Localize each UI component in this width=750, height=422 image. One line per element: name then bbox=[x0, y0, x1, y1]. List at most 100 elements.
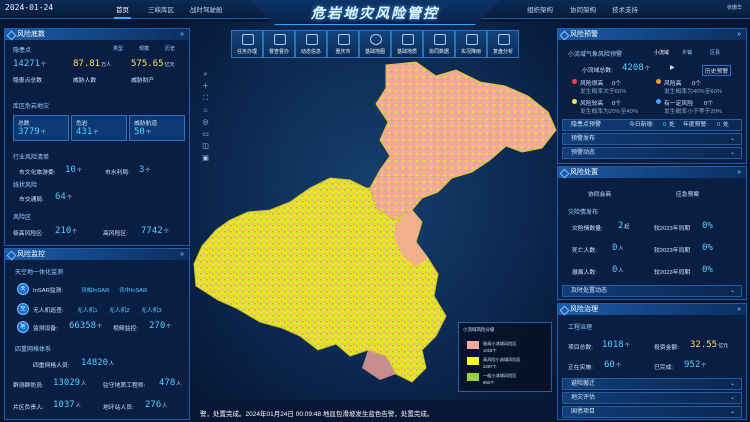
row-label: 避险搬迁 bbox=[571, 381, 596, 387]
prop-number: 575.65 bbox=[131, 59, 164, 69]
page-title: 危岩地灾风险管控 bbox=[311, 5, 439, 21]
chevron-down-icon: ⌄ bbox=[729, 136, 735, 142]
total-number: 3779 bbox=[18, 127, 40, 137]
timely-row[interactable]: 及时处置动态 ⌄ bbox=[562, 285, 742, 297]
tool-coop-data[interactable]: 协同数据 bbox=[423, 30, 455, 58]
task-icon bbox=[242, 34, 254, 45]
warn-sub: 小流域气象风险预警 bbox=[568, 52, 623, 58]
tool-supervise[interactable]: 督查督办 bbox=[263, 30, 295, 58]
tool-basemap[interactable]: 基础地图 bbox=[359, 30, 391, 58]
uav-label: 无人机巡查: bbox=[33, 308, 64, 314]
unit: 个 bbox=[40, 130, 46, 136]
total-box[interactable]: 总数 3779个 bbox=[13, 115, 69, 141]
print-icon[interactable]: ▣ bbox=[201, 154, 210, 163]
unit: 亿元 bbox=[718, 343, 729, 349]
panel-title: 风险监控 bbox=[17, 251, 45, 258]
expand-icon[interactable]: » bbox=[737, 167, 741, 178]
tab-type[interactable]: 类型 bbox=[113, 45, 123, 52]
legend-label: 一般小流域风险区 bbox=[483, 373, 517, 378]
zoom-in-icon[interactable]: ＋ bbox=[201, 82, 210, 91]
fullscreen-icon[interactable]: ⛶ bbox=[201, 94, 210, 103]
nav-home[interactable]: 首页 bbox=[114, 4, 131, 19]
tool-label: 实况降雨 bbox=[460, 49, 481, 55]
hazard-warn-row[interactable]: 隐患点预警 今日新增: 0 处 年度预警: 0 处 bbox=[562, 119, 742, 131]
globe-icon bbox=[370, 34, 382, 45]
play-icon[interactable]: ▶ bbox=[670, 65, 674, 71]
tool-label: 复盘分析 bbox=[492, 49, 513, 55]
plan-button[interactable]: 应急预案 bbox=[676, 189, 699, 198]
insar-b[interactable]: 讯中InSAR bbox=[119, 285, 147, 294]
tab-scale[interactable]: 规模 bbox=[139, 45, 149, 52]
tab-town[interactable]: 乡镇 bbox=[682, 49, 692, 56]
chevron-down-icon: ⌄ bbox=[729, 409, 735, 415]
nav-tech[interactable]: 技术支持 bbox=[612, 4, 638, 14]
nav-coop[interactable]: 协同架构 bbox=[570, 4, 596, 14]
today-unit: 处 bbox=[669, 122, 675, 128]
tool-review[interactable]: 复盘分析 bbox=[487, 30, 519, 58]
invest-label: 投资金额: bbox=[654, 345, 679, 351]
level-blue-dot bbox=[656, 99, 661, 104]
video-value: 270个 bbox=[149, 321, 171, 331]
tool-rainfall[interactable]: 实况降雨 bbox=[455, 30, 487, 58]
user-name[interactable]: 张珊华 bbox=[727, 4, 742, 11]
bond-row[interactable]: 国债项目 ⌄ bbox=[562, 406, 742, 418]
relocation-row[interactable]: 避险搬迁 ⌄ bbox=[562, 378, 742, 390]
chevron-down-icon: ⌄ bbox=[729, 381, 735, 387]
level-red-dot bbox=[572, 79, 577, 84]
high-label: 高风险区: bbox=[103, 231, 128, 237]
layers-icon bbox=[402, 34, 414, 45]
done-number: 952 bbox=[684, 360, 701, 370]
unit: 个 bbox=[41, 62, 47, 68]
nav-org[interactable]: 组织架构 bbox=[527, 4, 553, 14]
traffic-number: 64 bbox=[55, 192, 66, 202]
grid-title: 四重网格体系 bbox=[15, 347, 52, 353]
expand-icon[interactable]: » bbox=[180, 29, 184, 40]
basin-value: 4208个 bbox=[622, 63, 650, 73]
line-title: 线状风险 bbox=[13, 183, 38, 189]
ext-value: 210个 bbox=[55, 226, 77, 236]
tag-air: 空 bbox=[17, 303, 29, 315]
measure-icon[interactable]: ▭ bbox=[201, 130, 210, 139]
danger-box[interactable]: 危岩 431个 bbox=[71, 115, 127, 141]
home-icon[interactable]: ⌂ bbox=[201, 106, 210, 115]
panel-header: 风险治理 » bbox=[558, 304, 746, 315]
tab-history[interactable]: 历史 bbox=[165, 45, 175, 52]
tool-chongqing[interactable]: 重庆市 bbox=[327, 30, 359, 58]
total-label: 总数 bbox=[18, 121, 30, 127]
warn-release-row[interactable]: 预警发布 ⌄ bbox=[562, 133, 742, 145]
tool-label: 基础地图 bbox=[364, 49, 385, 55]
ev3-value: 0人 bbox=[612, 265, 623, 275]
dynamic-icon bbox=[306, 34, 318, 45]
tab-basin[interactable]: 小流域 bbox=[654, 49, 669, 56]
expand-icon[interactable]: » bbox=[737, 304, 741, 315]
expand-icon[interactable]: » bbox=[180, 249, 184, 260]
coop-button[interactable]: 协同会商 bbox=[588, 189, 611, 198]
uav-c[interactable]: 无人机3 bbox=[141, 305, 162, 314]
tool-geology[interactable]: 基础地质 bbox=[391, 30, 423, 58]
unit: 个 bbox=[701, 363, 707, 369]
row-label: 地灾评估 bbox=[571, 395, 596, 401]
tab-county[interactable]: 区县 bbox=[710, 49, 720, 56]
tool-dynamic[interactable]: 动态信息 bbox=[295, 30, 327, 58]
nav-three-gorges[interactable]: 三峡库区 bbox=[148, 4, 174, 14]
assessment-row[interactable]: 地灾评估 ⌄ bbox=[562, 392, 742, 404]
panel-header: 风险预警 » bbox=[558, 29, 746, 40]
nav-war-cockpit[interactable]: 战时驾驶舱 bbox=[190, 4, 223, 14]
search-icon[interactable]: ⌕ bbox=[201, 70, 210, 79]
route-box[interactable]: 威胁航道 50个 bbox=[129, 115, 185, 141]
uav-a[interactable]: 无人机1 bbox=[77, 305, 98, 314]
uav-b[interactable]: 无人机2 bbox=[109, 305, 130, 314]
history-button[interactable]: 历史预警 bbox=[702, 65, 732, 76]
chart-icon bbox=[498, 34, 510, 45]
insar-a[interactable]: 讯柏InSAR bbox=[81, 285, 109, 294]
target-icon[interactable]: ◎ bbox=[201, 118, 210, 127]
invest-value: 32.55亿元 bbox=[690, 340, 728, 350]
expand-icon[interactable]: » bbox=[737, 29, 741, 40]
layer-icon[interactable]: ◫ bbox=[201, 142, 210, 151]
mass-value: 13029人 bbox=[53, 378, 86, 388]
alert-ticker[interactable]: 警，处置完成。2024年01月24日 00:09:48 地皿包滑坡发生蓝色告警，… bbox=[200, 408, 433, 418]
tool-task[interactable]: 任务办理 bbox=[231, 30, 263, 58]
warn-dynamic-row[interactable]: 预警动态 ⌄ bbox=[562, 147, 742, 159]
unit: 个 bbox=[145, 130, 151, 136]
station-value: 276人 bbox=[145, 400, 167, 410]
